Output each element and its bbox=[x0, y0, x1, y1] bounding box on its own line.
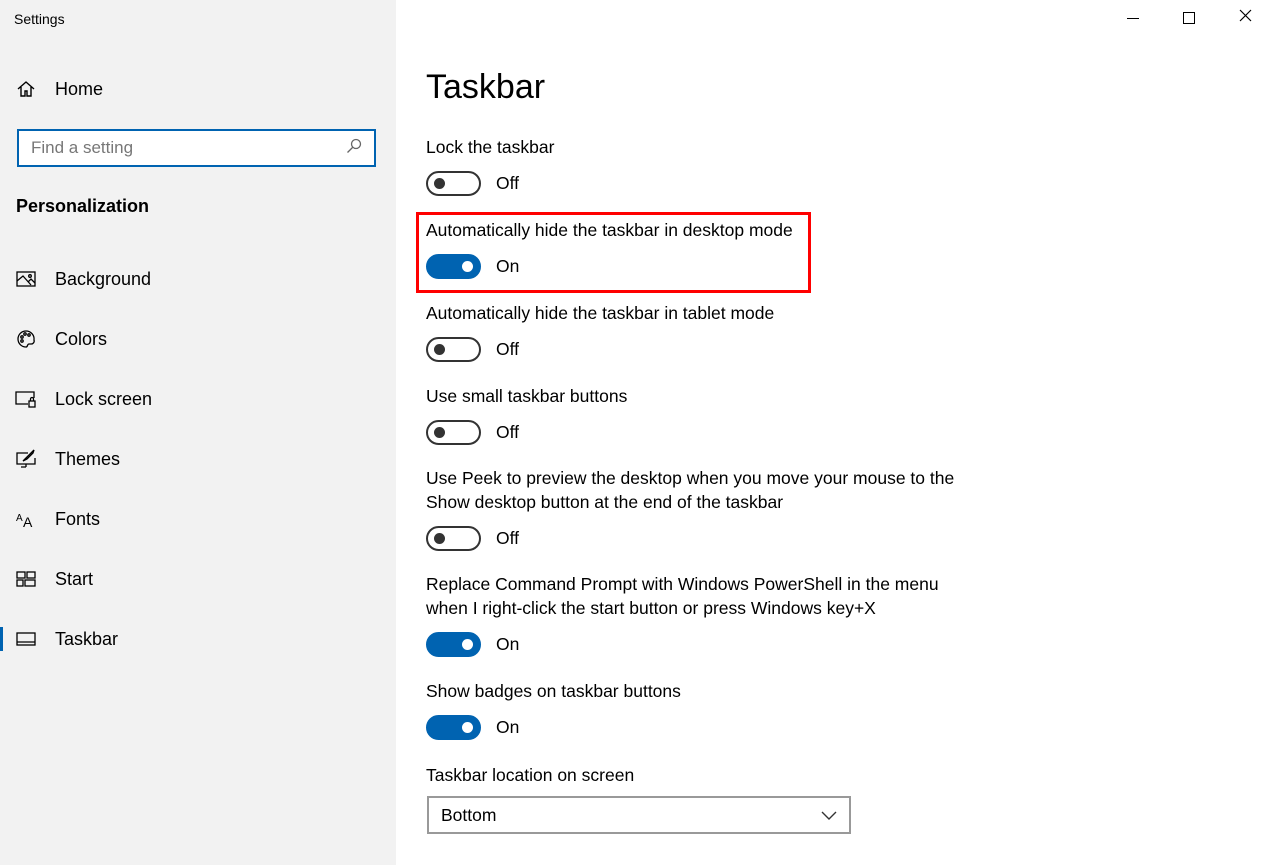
toggle-knob bbox=[434, 344, 445, 355]
setting-label: Show badges on taskbar buttons bbox=[426, 679, 681, 703]
taskbar-icon bbox=[15, 629, 37, 649]
setting-label: Lock the taskbar bbox=[426, 135, 554, 159]
toggle-state: On bbox=[496, 634, 520, 654]
sidebar-item-background[interactable]: Background bbox=[0, 259, 396, 299]
minimize-icon bbox=[1127, 17, 1139, 19]
toggle-knob bbox=[434, 533, 445, 544]
start-icon bbox=[15, 569, 37, 589]
toggle-switch[interactable] bbox=[426, 171, 481, 196]
toggle-knob bbox=[462, 639, 473, 650]
close-button[interactable] bbox=[1216, 0, 1271, 36]
setting-label: Use Peek to preview the desktop when you… bbox=[426, 466, 954, 514]
setting-toggle[interactable]: Off bbox=[426, 337, 519, 362]
setting-label: Replace Command Prompt with Windows Powe… bbox=[426, 572, 939, 620]
dropdown-value: Bottom bbox=[441, 804, 497, 825]
setting-toggle[interactable]: Off bbox=[426, 420, 519, 445]
setting-label-line: Lock the taskbar bbox=[426, 137, 555, 157]
sidebar-item-label: Taskbar bbox=[55, 628, 119, 649]
toggle-switch[interactable] bbox=[426, 526, 481, 551]
sidebar-item-label: Background bbox=[55, 268, 152, 289]
setting-label-line: Replace Command Prompt with Windows Powe… bbox=[426, 574, 939, 594]
taskbar-location-dropdown[interactable]: Bottom bbox=[427, 796, 851, 834]
toggle-knob bbox=[462, 261, 473, 272]
setting-label-line: when I right-click the start button or p… bbox=[426, 598, 876, 618]
setting-label-line: Automatically hide the taskbar in deskto… bbox=[426, 220, 793, 240]
toggle-state: Off bbox=[496, 173, 520, 193]
toggle-state: On bbox=[496, 717, 520, 737]
sidebar-item-colors[interactable]: Colors bbox=[0, 319, 396, 359]
sidebar-item-label: Start bbox=[55, 568, 94, 589]
palette-icon bbox=[15, 329, 37, 349]
setting-label-line: Show badges on taskbar buttons bbox=[426, 681, 681, 701]
sidebar-item-start[interactable]: Start bbox=[0, 559, 396, 599]
setting-label-line: Use Peek to preview the desktop when you… bbox=[426, 468, 955, 488]
sidebar-item-taskbar[interactable]: Taskbar bbox=[0, 619, 396, 659]
sidebar-item-label: Home bbox=[55, 78, 104, 99]
sidebar-item-label: Themes bbox=[55, 448, 121, 469]
sidebar-item-themes[interactable]: Themes bbox=[0, 439, 396, 479]
toggle-state: Off bbox=[496, 528, 520, 548]
setting-toggle[interactable]: On bbox=[426, 632, 519, 657]
search-input[interactable]: Find a setting bbox=[17, 129, 376, 167]
toggle-knob bbox=[462, 722, 473, 733]
toggle-switch[interactable] bbox=[426, 420, 481, 445]
lock-screen-icon bbox=[15, 389, 37, 409]
toggle-switch[interactable] bbox=[426, 254, 481, 279]
maximize-icon bbox=[1183, 12, 1195, 24]
setting-label-line: Show desktop button at the end of the ta… bbox=[426, 492, 784, 512]
toggle-knob bbox=[434, 178, 445, 189]
maximize-button[interactable] bbox=[1160, 0, 1218, 36]
setting-label-line: Use small taskbar buttons bbox=[426, 386, 628, 406]
themes-icon bbox=[15, 449, 37, 469]
setting-label: Use small taskbar buttons bbox=[426, 384, 627, 408]
setting-toggle[interactable]: Off bbox=[426, 526, 519, 551]
setting-toggle[interactable]: Off bbox=[426, 171, 519, 196]
fonts-icon: AA bbox=[15, 509, 37, 529]
chevron-down-icon bbox=[821, 805, 837, 826]
search-placeholder: Find a setting bbox=[31, 138, 134, 157]
setting-label: Automatically hide the taskbar in tablet… bbox=[426, 301, 774, 325]
toggle-switch[interactable] bbox=[426, 715, 481, 740]
section-heading: Personalization bbox=[16, 196, 150, 216]
home-icon bbox=[15, 79, 37, 99]
close-icon bbox=[1239, 9, 1252, 27]
setting-label: Automatically hide the taskbar in deskto… bbox=[426, 218, 793, 242]
page-title: Taskbar bbox=[426, 68, 546, 106]
svg-text:A: A bbox=[23, 514, 33, 528]
toggle-knob bbox=[434, 427, 445, 438]
toggle-switch[interactable] bbox=[426, 632, 481, 657]
search-icon bbox=[346, 138, 362, 159]
toggle-switch[interactable] bbox=[426, 337, 481, 362]
app-title: Settings bbox=[14, 11, 65, 27]
toggle-state: On bbox=[496, 256, 520, 276]
sidebar-item-label: Lock screen bbox=[55, 388, 153, 409]
svg-text:A: A bbox=[16, 513, 23, 524]
sidebar-item-label: Fonts bbox=[55, 508, 101, 529]
sidebar-item-fonts[interactable]: A A Fonts bbox=[0, 499, 396, 539]
sidebar-item-home[interactable]: Home bbox=[0, 69, 396, 109]
location-label: Taskbar location on screen bbox=[426, 765, 635, 785]
sidebar-item-label: Colors bbox=[55, 328, 108, 349]
sidebar-item-lock-screen[interactable]: Lock screen bbox=[0, 379, 396, 419]
setting-label-line: Automatically hide the taskbar in tablet… bbox=[426, 303, 775, 323]
setting-toggle[interactable]: On bbox=[426, 254, 519, 279]
minimize-button[interactable] bbox=[1104, 0, 1162, 36]
toggle-state: Off bbox=[496, 422, 520, 442]
setting-toggle[interactable]: On bbox=[426, 715, 519, 740]
toggle-state: Off bbox=[496, 339, 520, 359]
image-icon bbox=[15, 269, 37, 289]
